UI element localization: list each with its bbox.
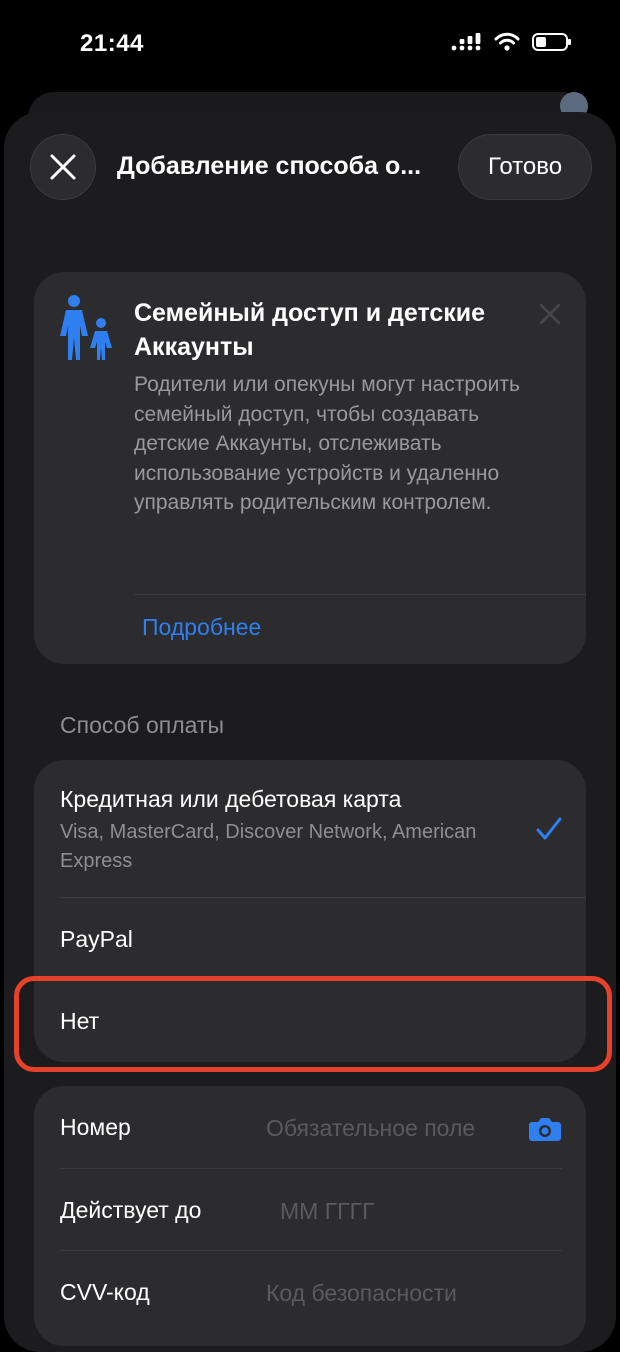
card-number-input[interactable] [266, 1112, 516, 1144]
option-paypal[interactable]: PayPal [60, 926, 133, 953]
cvv-label: CVV-код [60, 1279, 150, 1305]
payment-method-header: Способ оплаты [60, 712, 224, 738]
option-card-title[interactable]: Кредитная или дебетовая карта [60, 786, 401, 813]
dismiss-icon[interactable] [538, 302, 562, 326]
divider [60, 1168, 562, 1169]
cellular-signal-icon [451, 33, 481, 51]
family-card-title: Семейный доступ и детские Аккаунты [134, 299, 486, 361]
done-button[interactable]: Готово [458, 134, 592, 200]
expiry-input[interactable] [280, 1195, 540, 1227]
family-icon [60, 295, 112, 360]
family-card-description: Родители или опекуны могут настроить сем… [134, 373, 520, 514]
battery-icon [532, 33, 571, 51]
sheet-title: Добавление способа о... [117, 152, 422, 180]
divider [134, 594, 586, 595]
cvv-input[interactable] [266, 1277, 546, 1309]
learn-more-link[interactable]: Подробнее [142, 614, 261, 641]
number-label: Номер [60, 1114, 131, 1140]
close-button[interactable] [30, 134, 96, 200]
option-card-subtitle: Visa, MasterCard, Discover Network, Amer… [60, 821, 477, 872]
wifi-icon [494, 32, 520, 51]
expiry-label: Действует до [60, 1197, 202, 1223]
status-icons [450, 32, 571, 52]
close-icon [50, 154, 76, 180]
camera-icon[interactable] [528, 1116, 562, 1142]
divider [60, 1250, 562, 1251]
highlight-annotation [14, 976, 612, 1072]
status-time: 21:44 [80, 30, 144, 57]
divider [60, 897, 586, 898]
checkmark-icon [536, 817, 562, 840]
